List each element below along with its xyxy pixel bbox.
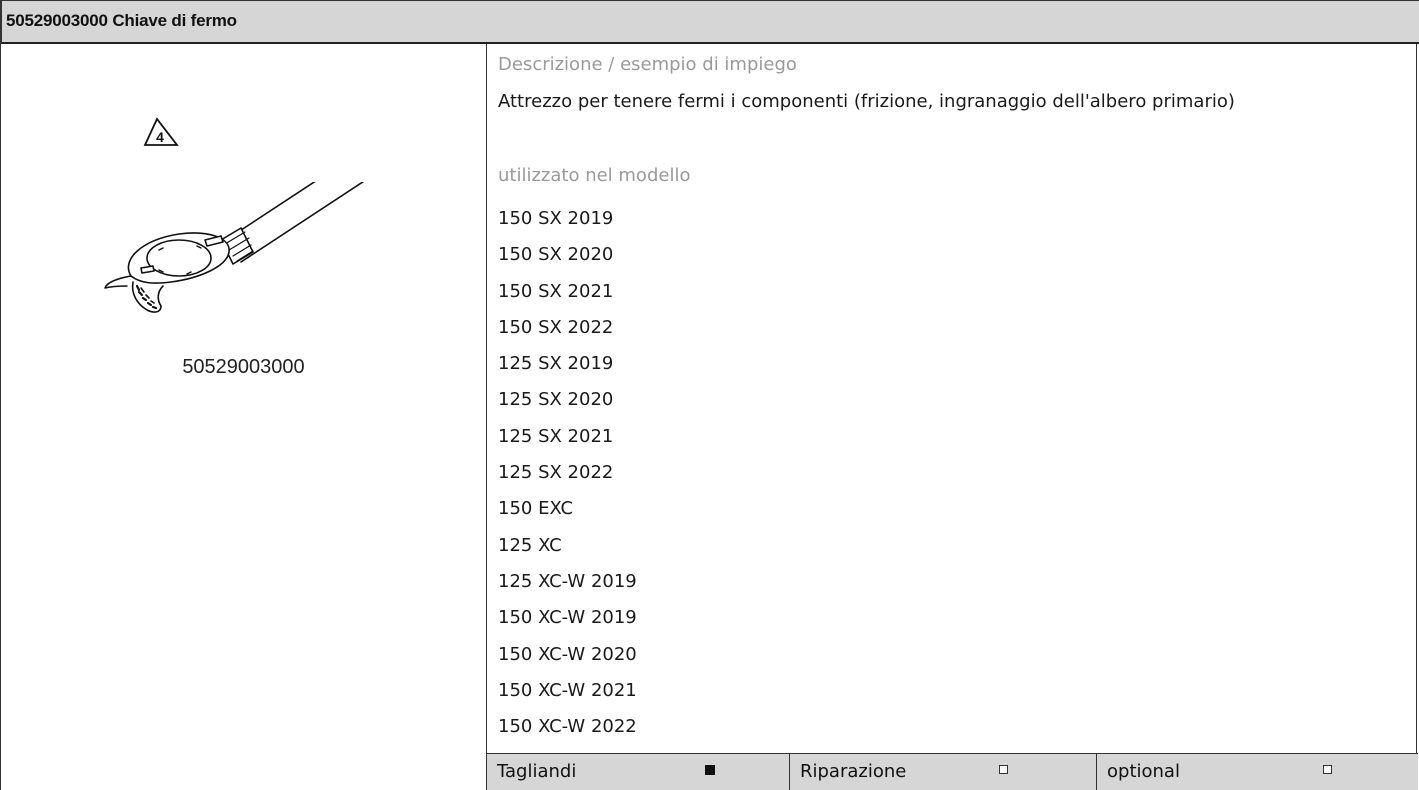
unchecked-box-icon [1323, 765, 1332, 774]
usage-category-bar: Tagliandi Riparazione optional [487, 753, 1418, 790]
model-item: 125 SX 2019 [498, 353, 614, 375]
model-item: 150 SX 2021 [498, 280, 614, 302]
category-maintenance: Tagliandi [487, 754, 790, 790]
model-item: 125 SX 2020 [498, 389, 614, 411]
model-item: 150 XC-W 2022 [498, 716, 637, 738]
models-label: utilizzato nel modello [498, 165, 691, 186]
unchecked-box-icon [999, 765, 1008, 774]
category-label: Tagliandi [497, 761, 577, 782]
column-divider [486, 44, 487, 790]
model-item: 125 SX 2021 [498, 425, 614, 447]
description-text: Attrezzo per tenere fermi i componenti (… [498, 91, 1235, 112]
checked-box-icon [705, 765, 715, 775]
model-item: 125 XC-W 2019 [498, 570, 637, 592]
model-item: 150 XC-W 2020 [498, 643, 637, 665]
sheet-header: 50529003000 Chiave di fermo [1, 0, 1419, 44]
category-optional: optional [1097, 754, 1418, 790]
sheet-title: 50529003000 Chiave di fermo [6, 11, 237, 30]
description-label: Descrizione / esempio di impiego [498, 54, 797, 75]
model-list: 150 SX 2019 150 SX 2020 150 SX 2021 150 … [498, 208, 637, 753]
tool-sheet: 50529003000 Chiave di fermo 4 5052900300… [0, 0, 1419, 790]
model-item: 125 XC [498, 534, 562, 556]
model-item: 150 SX 2020 [498, 244, 614, 266]
holding-wrench-illustration [104, 182, 365, 313]
model-item: 150 EXC [498, 498, 574, 520]
part-number-label: 50529003000 [182, 356, 305, 378]
category-repair: Riparazione [790, 754, 1097, 790]
category-label: optional [1107, 761, 1180, 782]
image-panel: 4 50529003000 [1, 44, 486, 790]
model-item: 150 XC-W 2021 [498, 679, 637, 701]
model-item: 125 SX 2022 [498, 462, 614, 484]
model-item: 150 SX 2019 [498, 208, 614, 229]
model-item: 150 SX 2022 [498, 316, 614, 338]
category-label: Riparazione [800, 761, 907, 782]
model-item: 150 XC-W 2019 [498, 607, 637, 629]
warning-triangle-icon: 4 [143, 117, 179, 146]
warning-number: 4 [156, 129, 164, 145]
